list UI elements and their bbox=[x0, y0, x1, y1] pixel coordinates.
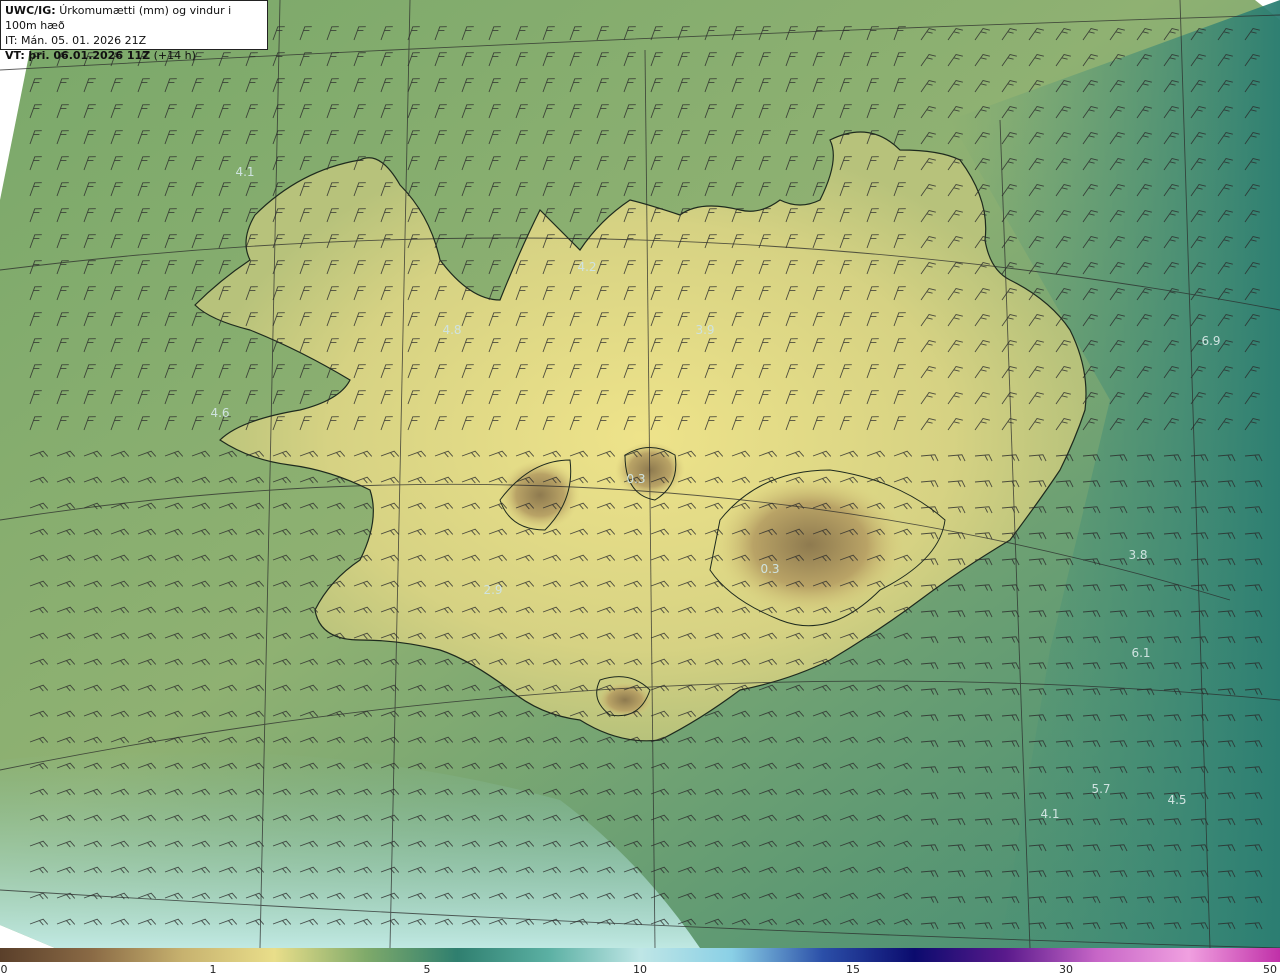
value-label: 3.9 bbox=[695, 323, 715, 337]
value-label: 0.3 bbox=[626, 472, 646, 486]
value-label: 4.1 bbox=[235, 165, 255, 179]
colorbar-tick: 1 bbox=[209, 963, 217, 976]
colorbar-tick: 0 bbox=[0, 963, 8, 976]
header-title-line: UWC/IG: Úrkomumætti (mm) og vindur i 100… bbox=[5, 3, 263, 33]
value-label: 6.1 bbox=[1131, 646, 1151, 660]
value-label: 5.7 bbox=[1091, 782, 1111, 796]
colorbar-tick: 5 bbox=[423, 963, 431, 976]
map-header: UWC/IG: Úrkomumætti (mm) og vindur i 100… bbox=[0, 0, 268, 62]
valid-time-line: VT: þri. 06.01.2026 11Z (+14 h) bbox=[5, 48, 263, 63]
value-label: 4.6 bbox=[210, 406, 230, 420]
valid-time: þri. 06.01.2026 11Z bbox=[28, 49, 151, 62]
value-label: 0.3 bbox=[760, 562, 780, 576]
value-label: 3.8 bbox=[1128, 548, 1148, 562]
lead-time: (+14 h) bbox=[153, 49, 196, 62]
colorbar-tick: 50 bbox=[1263, 963, 1277, 976]
model-prefix: UWC/IG: bbox=[5, 4, 56, 17]
value-label: 4.1 bbox=[1040, 807, 1060, 821]
valid-prefix: VT: bbox=[5, 49, 25, 62]
initial-time: IT: Mán. 05. 01. 2026 21Z bbox=[5, 34, 147, 47]
value-label: 4.8 bbox=[442, 323, 462, 337]
value-label: 4.2 bbox=[577, 260, 597, 274]
value-label: 2.9 bbox=[483, 583, 503, 597]
value-label: 4.5 bbox=[1167, 793, 1187, 807]
colorbar-tick: 10 bbox=[633, 963, 647, 976]
colorbar-tick: 30 bbox=[1059, 963, 1073, 976]
colorbar-tick: 15 bbox=[846, 963, 860, 976]
value-label: 6.9 bbox=[1201, 334, 1221, 348]
colorbar bbox=[0, 948, 1280, 962]
